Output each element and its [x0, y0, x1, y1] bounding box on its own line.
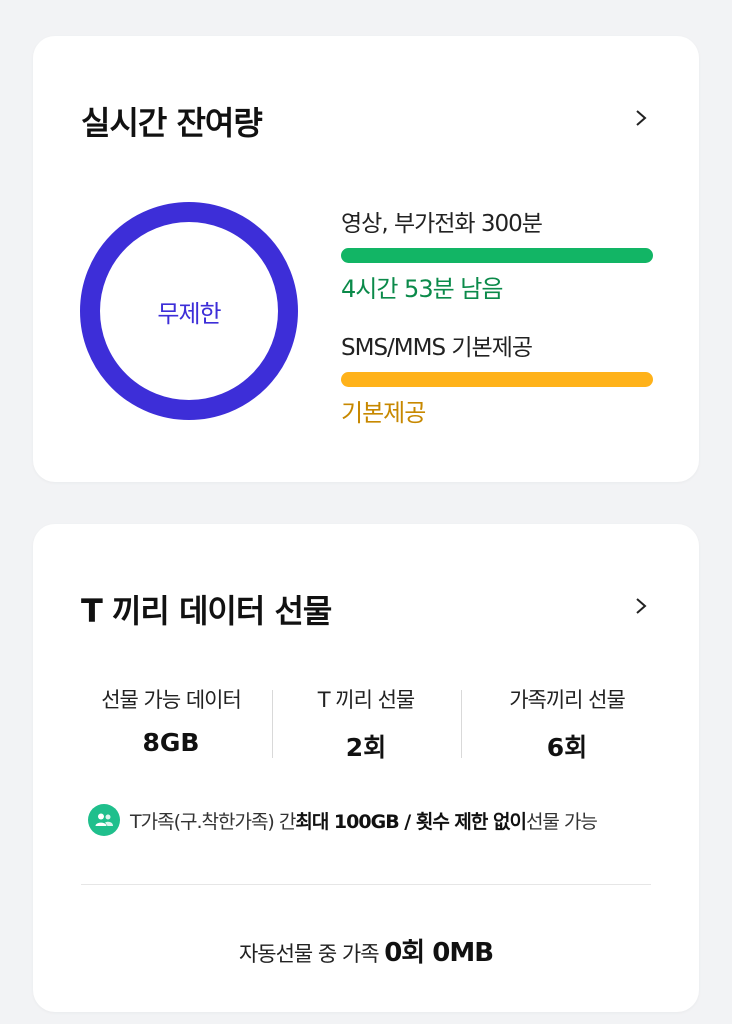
- people-icon: [88, 804, 120, 836]
- divider: [81, 884, 651, 885]
- stat-value: 8GB: [142, 728, 200, 757]
- auto-gift-value: 0회 0MB: [384, 938, 494, 968]
- gift-stats: 선물 가능 데이터 8GB T 끼리 선물 2회 가족끼리 선물 6회: [33, 684, 699, 764]
- auto-gift-label: 자동선물 중 가족: [238, 942, 385, 966]
- usage-voice-video: 영상, 부가전화 300분 4시간 53분 남음: [341, 204, 653, 304]
- usage-sms-mms: SMS/MMS 기본제공 기본제공: [341, 328, 653, 428]
- data-gift-card: T 끼리 데이터 선물 선물 가능 데이터 8GB T 끼리 선물 2회 가족끼…: [33, 524, 699, 1012]
- stat-label: T 끼리 선물: [317, 688, 415, 712]
- stat-available-data: 선물 가능 데이터 8GB: [83, 684, 259, 757]
- usage-remaining-text: 기본제공: [341, 399, 426, 427]
- stat-label: 선물 가능 데이터: [101, 688, 242, 712]
- chevron-right-icon[interactable]: [633, 598, 649, 614]
- stat-label: 가족끼리 선물: [509, 688, 626, 712]
- stat-value: 2회: [345, 733, 387, 762]
- info-text-prefix: T가족(구.착한가족) 간: [130, 810, 296, 833]
- unlimited-data-ring: 무제한: [80, 202, 298, 420]
- usage-title: 영상, 부가전화 300분: [341, 211, 543, 237]
- family-gift-info: T가족(구.착한가족) 간 최대 100GB / 횟수 제한 없이 선물 가능: [88, 804, 598, 836]
- usage-title: SMS/MMS 기본제공: [341, 335, 533, 361]
- realtime-remaining-card: 실시간 잔여량 무제한 영상, 부가전화 300분 4시간 53분 남음 SMS…: [33, 36, 699, 482]
- chevron-right-icon[interactable]: [633, 110, 649, 126]
- ring-label: 무제한: [157, 299, 221, 328]
- data-gift-title: T 끼리 데이터 선물: [81, 592, 332, 630]
- stat-family-gift-count: 가족끼리 선물 6회: [479, 684, 655, 764]
- info-text-suffix: 선물 가능: [525, 810, 598, 833]
- divider: [272, 690, 273, 758]
- usage-remaining-text: 4시간 53분 남음: [341, 275, 503, 303]
- divider: [461, 690, 462, 758]
- stat-value: 6회: [546, 733, 588, 762]
- usage-progress-bar: [341, 372, 653, 387]
- auto-gift-status: 자동선물 중 가족 0회 0MB: [33, 932, 699, 969]
- realtime-remaining-title: 실시간 잔여량: [81, 104, 263, 142]
- info-text-bold: 최대 100GB / 횟수 제한 없이: [295, 810, 527, 833]
- usage-progress-bar: [341, 248, 653, 263]
- stat-t-gift-count: T 끼리 선물 2회: [291, 684, 441, 764]
